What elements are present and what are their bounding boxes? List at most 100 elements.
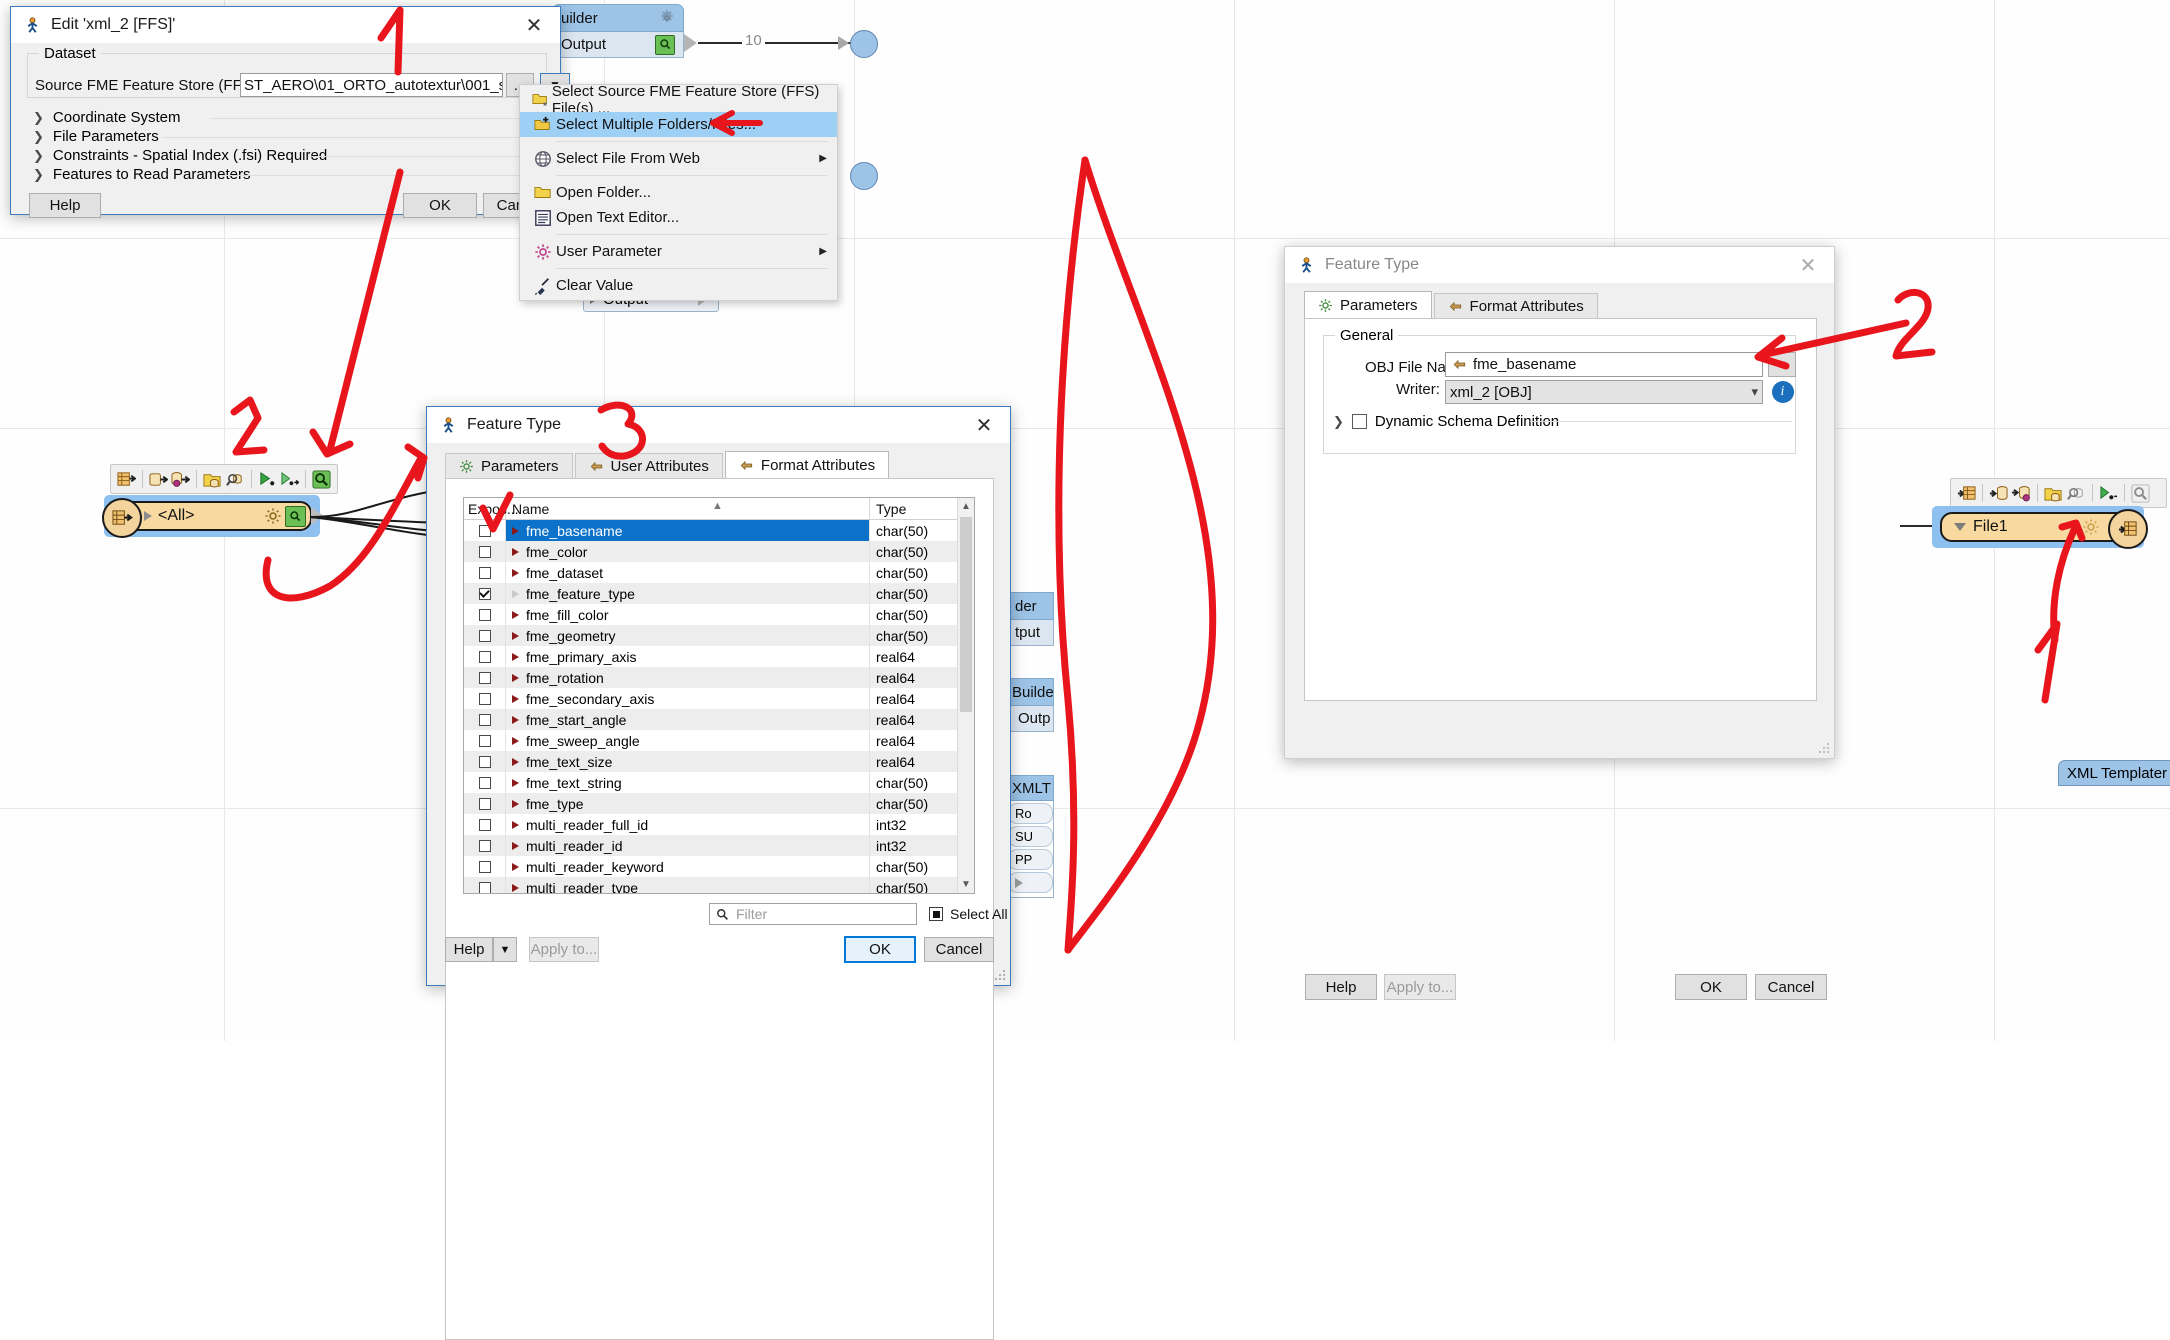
table-scrollbar[interactable]: ▲ ▼ [957,498,974,893]
gear-icon[interactable] [659,10,675,26]
folder-group-icon[interactable] [202,469,223,490]
table-body[interactable]: fme_basename char(50) fme_color char(50) fme… [464,520,974,893]
exposed-cell[interactable] [464,751,506,772]
expose-checkbox[interactable] [478,608,491,621]
exposed-cell[interactable] [464,730,506,751]
attribute-table-icon[interactable] [116,469,137,490]
chevron-right-icon[interactable]: ❯ [1333,414,1344,430]
expand-triangle-icon[interactable] [512,883,519,892]
canvas-node-builder-top[interactable]: uilder Output [552,4,684,58]
expose-checkbox[interactable] [478,734,491,747]
expand-triangle-icon[interactable] [144,511,152,521]
expose-checkbox[interactable] [478,545,491,558]
menu-item-open-folder[interactable]: Open Folder... [520,180,837,205]
exposed-cell[interactable] [464,604,506,625]
table-row[interactable]: fme_rotation real64 [464,667,974,688]
expose-checkbox[interactable] [478,524,491,537]
expose-checkbox[interactable] [478,776,491,789]
node-header[interactable]: der [1006,592,1054,620]
attribute-name-cell[interactable]: fme_basename [506,520,870,541]
cancel-button[interactable]: Cancel [1755,974,1827,1000]
attribute-name-cell[interactable]: fme_color [506,541,870,562]
format-attributes-table[interactable]: Expos... Name Type fme_basename char(50) f… [463,497,975,894]
exposed-cell[interactable] [464,793,506,814]
tab-user-attributes[interactable]: User Attributes [574,453,723,479]
exposed-cell[interactable] [464,562,506,583]
attribute-name-cell[interactable]: fme_geometry [506,625,870,646]
table-row[interactable]: fme_secondary_axis real64 [464,688,974,709]
ok-button[interactable]: OK [1675,974,1747,1000]
feature-type-body[interactable]: File1 [1940,509,2148,549]
writer-feature-type-icon[interactable] [148,469,169,490]
help-button[interactable]: Help [1305,974,1377,1000]
xml-port[interactable]: Ro [1008,803,1053,824]
menu-item-select-file-from-web[interactable]: Select File From Web ▶ [520,146,837,171]
exposed-cell[interactable] [464,646,506,667]
expand-triangle-icon[interactable] [512,862,519,871]
exposed-cell[interactable] [464,856,506,877]
expander-file-parameters[interactable]: ❯ File Parameters [33,128,159,145]
collapse-triangle-icon[interactable] [1954,523,1966,531]
dialog-title-bar[interactable]: Feature Type ✕ [1285,247,1834,283]
expand-triangle-icon[interactable] [512,547,519,556]
writer-feature-type-remove-icon[interactable] [170,469,191,490]
expand-triangle-icon[interactable] [512,799,519,808]
expand-triangle-icon[interactable] [512,652,519,661]
menu-item-clear-value[interactable]: Clear Value [520,273,837,298]
reader-db-remove-icon[interactable] [2011,483,2032,504]
close-icon[interactable]: ✕ [962,408,1006,442]
attribute-name-cell[interactable]: multi_reader_type [506,877,870,893]
apply-to-button[interactable]: Apply to... [529,937,599,962]
dialog-title-bar[interactable]: Feature Type ✕ [427,407,1010,443]
close-icon[interactable]: ✕ [512,8,556,42]
exposed-cell[interactable] [464,877,506,893]
expand-triangle-icon[interactable] [512,778,519,787]
feature-type-tabs-right[interactable]: Parameters Format Attributes [1304,291,1600,319]
table-row[interactable]: fme_dataset char(50) [464,562,974,583]
xml-port[interactable]: PP [1008,849,1053,870]
expose-checkbox[interactable] [478,755,491,768]
table-row[interactable]: multi_reader_id int32 [464,835,974,856]
expand-triangle-icon[interactable] [512,610,519,619]
expose-checkbox[interactable] [478,629,491,642]
expand-triangle-icon[interactable] [512,631,519,640]
expand-triangle-icon[interactable] [512,736,519,745]
node-port-output[interactable]: Output [552,32,684,58]
ok-button[interactable]: OK [844,936,916,963]
magnifier-db-icon[interactable] [225,469,246,490]
attribute-name-cell[interactable]: multi_reader_full_id [506,814,870,835]
expose-checkbox[interactable] [478,797,491,810]
column-header-exposed[interactable]: Expos... [464,498,519,519]
expand-triangle-icon[interactable] [512,694,519,703]
table-row[interactable]: multi_reader_keyword char(50) [464,856,974,877]
expander-coordinate-system[interactable]: ❯ Coordinate System [33,109,180,126]
attribute-name-cell[interactable]: fme_text_size [506,751,870,772]
feature-type-toolbar-right[interactable] [1950,478,2167,508]
expose-checkbox[interactable] [478,713,491,726]
resize-grip[interactable] [994,969,1007,982]
expand-triangle-icon[interactable] [512,526,519,535]
tab-format-attributes[interactable]: Format Attributes [1433,293,1598,319]
xml-port[interactable] [1008,872,1053,893]
node-header[interactable]: uilder [552,4,684,32]
cancel-button[interactable]: Cancel [924,937,994,962]
exposed-cell[interactable] [464,625,506,646]
expose-checkbox[interactable] [478,566,491,579]
run-from-here-icon[interactable] [2098,483,2119,504]
tab-parameters[interactable]: Parameters [445,453,573,479]
help-dropdown-button[interactable]: ▼ [493,937,517,962]
table-row[interactable]: fme_primary_axis real64 [464,646,974,667]
canvas-node-builder-mid[interactable]: der tput [1006,592,1054,646]
dynamic-schema-checkbox[interactable] [1351,414,1367,429]
expose-checkbox[interactable] [478,818,491,831]
writer-info-button[interactable]: i [1769,379,1796,405]
expander-features-to-read[interactable]: ❯ Features to Read Parameters [33,166,251,183]
exposed-cell[interactable] [464,835,506,856]
inspect-icon[interactable] [655,34,675,55]
source-file-input[interactable]: ST_AERO\01_ORTO_autotextur\001_sbor\xml_… [240,73,503,97]
ok-button[interactable]: OK [403,193,477,218]
table-row[interactable]: fme_geometry char(50) [464,625,974,646]
attribute-name-cell[interactable]: fme_sweep_angle [506,730,870,751]
table-row[interactable]: fme_color char(50) [464,541,974,562]
edit-dataset-dialog[interactable]: Edit 'xml_2 [FFS]' ✕ Dataset Source FME … [10,6,570,218]
